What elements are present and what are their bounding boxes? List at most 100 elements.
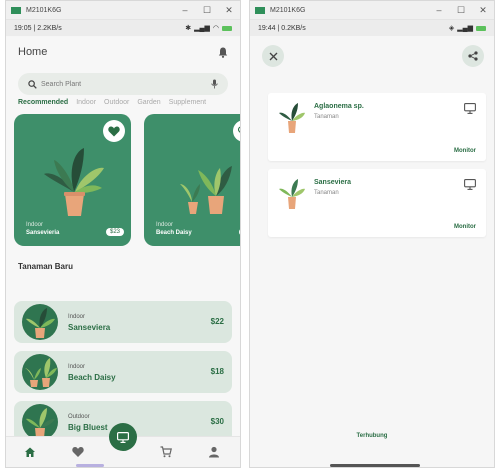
tab-outdoor[interactable]: Outdoor: [104, 99, 129, 106]
plant-avatar: [22, 354, 58, 390]
battery-icon: [476, 25, 486, 31]
search-placeholder: Search Plant: [41, 80, 82, 88]
card-plant-name: Beach Daisy: [156, 230, 192, 236]
signal-icon: ▂▄▆: [457, 25, 473, 32]
card-plant-name: Sansevieria: [26, 230, 60, 236]
status-icons: ◈ ▂▄▆: [449, 24, 486, 32]
list-item-category: Indoor: [68, 314, 86, 320]
plant-illustration: [180, 166, 232, 214]
recommended-carousel[interactable]: Indoor Sansevieria $23 Indoor Beach Dais…: [6, 114, 240, 254]
bluetooth-icon: ✱: [185, 25, 192, 32]
heart-icon[interactable]: [72, 446, 84, 458]
close-icon: [269, 52, 277, 60]
monitor-device-screen: Aglaonema sp. Tanaman Monitor Sanseviera…: [250, 37, 494, 467]
monitor-icon: [464, 103, 476, 114]
plant-avatar: [22, 404, 58, 440]
monitor-link[interactable]: Monitor: [454, 148, 476, 154]
monitor-header: [250, 37, 494, 75]
list-item-category: Outdoor: [68, 414, 90, 420]
maximize-icon[interactable]: ☐: [196, 5, 218, 16]
home-icon[interactable]: [24, 446, 36, 458]
list-item[interactable]: Indoor Beach Daisy $18: [14, 351, 232, 393]
list-item[interactable]: Indoor Sanseviera $22: [14, 301, 232, 343]
maximize-icon[interactable]: ☐: [450, 5, 472, 16]
list-item-price: $30: [210, 417, 224, 426]
right-status-bar: 19:44 | 0.2KB/s ◈ ▂▄▆: [250, 20, 494, 36]
device-plant-name: Sanseviera: [314, 179, 351, 186]
mic-icon[interactable]: [211, 79, 218, 89]
favorite-button[interactable]: [103, 120, 125, 142]
home-header: Home: [6, 37, 240, 67]
heart-icon: [108, 126, 120, 136]
right-status-time: 19:44 | 0.2KB/s: [258, 24, 306, 32]
plant-illustration: [279, 179, 305, 209]
plant-illustration: [26, 408, 55, 438]
left-window-titlebar: M2101K6G – ☐ ✕: [6, 1, 240, 20]
card-price: $23: [105, 228, 124, 236]
list-item-name: Beach Daisy: [68, 373, 116, 382]
page-title: Home: [18, 46, 48, 58]
tab-supplement[interactable]: Supplement: [169, 99, 206, 106]
left-phone-window: M2101K6G – ☐ ✕ 19:05 | 2.2KB/s ✱ ▂▄▆ ◠ H…: [5, 0, 241, 468]
share-button[interactable]: [462, 45, 484, 67]
plant-illustration: [26, 308, 55, 338]
connection-status: Terhubung: [356, 433, 388, 439]
device-card[interactable]: Sanseviera Tanaman Monitor: [268, 169, 486, 237]
right-window-titlebar: M2101K6G – ☐ ✕: [250, 1, 494, 20]
tab-recommended[interactable]: Recommended: [18, 99, 68, 106]
card-category: Indoor: [26, 222, 44, 228]
monitor-icon: [464, 179, 476, 190]
list-item-price: $18: [210, 367, 224, 376]
plant-illustration: [279, 103, 305, 133]
plant-card[interactable]: Indoor Sansevieria $23: [14, 114, 131, 246]
category-tabs: Recommended Indoor Outdoor Garden Supple…: [6, 95, 240, 106]
monitor-link[interactable]: Monitor: [454, 224, 476, 230]
list-item-name: Big Bluest: [68, 423, 108, 432]
close-window-icon[interactable]: ✕: [218, 5, 240, 16]
close-window-icon[interactable]: ✕: [472, 5, 494, 16]
favorite-button[interactable]: [233, 120, 240, 142]
minimize-icon[interactable]: –: [174, 5, 196, 15]
left-status-time: 19:05 | 2.2KB/s: [14, 24, 62, 32]
heart-outline-icon: [238, 126, 240, 133]
device-card[interactable]: Aglaonema sp. Tanaman Monitor: [268, 93, 486, 161]
app-window-icon: [11, 6, 21, 14]
bottom-navigation: [6, 423, 240, 467]
card-category: Indoor: [156, 222, 174, 228]
signal-icon: ▂▄▆: [194, 25, 210, 32]
section-title: Tanaman Baru: [18, 262, 73, 271]
close-button[interactable]: [262, 45, 284, 67]
list-item-name: Sanseviera: [68, 323, 111, 332]
plant-illustration: [25, 358, 57, 387]
gesture-bar: [76, 464, 104, 467]
list-item-category: Indoor: [68, 364, 86, 370]
device-plant-name: Aglaonema sp.: [314, 103, 364, 110]
vibrate-icon: ◈: [448, 25, 455, 32]
card-price: $1: [239, 228, 240, 236]
gesture-bar: [330, 464, 420, 467]
device-subtitle: Tanaman: [314, 190, 339, 196]
cart-icon[interactable]: [160, 446, 172, 458]
search-icon: [28, 79, 37, 89]
device-subtitle: Tanaman: [314, 114, 339, 120]
left-window-title: M2101K6G: [26, 6, 62, 14]
bell-icon[interactable]: [218, 47, 228, 58]
list-item-price: $22: [210, 317, 224, 326]
battery-icon: [222, 25, 232, 31]
user-icon[interactable]: [208, 446, 220, 458]
monitor-icon: [117, 431, 129, 443]
wifi-icon: ◠: [212, 25, 219, 32]
right-phone-window: M2101K6G – ☐ ✕ 19:44 | 0.2KB/s ◈ ▂▄▆ Agl…: [249, 0, 495, 468]
search-input[interactable]: Search Plant: [18, 73, 228, 95]
app-window-icon: [255, 6, 265, 14]
tab-indoor[interactable]: Indoor: [76, 99, 96, 106]
minimize-icon[interactable]: –: [428, 5, 450, 15]
right-window-title: M2101K6G: [270, 6, 306, 14]
plant-avatar: [22, 304, 58, 340]
plant-card[interactable]: Indoor Beach Daisy $1: [144, 114, 240, 246]
left-status-bar: 19:05 | 2.2KB/s ✱ ▂▄▆ ◠: [6, 20, 240, 36]
tab-garden[interactable]: Garden: [137, 99, 160, 106]
home-screen: Home Search Plant Recommended Indoor Out…: [6, 37, 240, 467]
monitor-fab-button[interactable]: [109, 423, 137, 451]
share-icon: [468, 51, 478, 61]
